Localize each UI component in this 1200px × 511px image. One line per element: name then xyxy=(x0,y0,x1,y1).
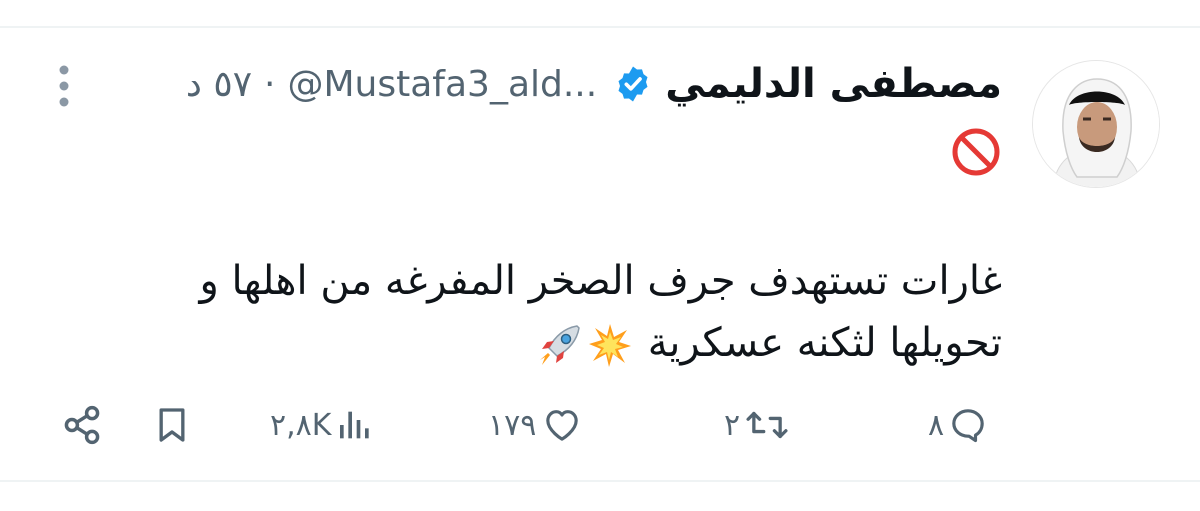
reply-count: ٨ xyxy=(928,407,945,443)
share-button[interactable] xyxy=(60,395,104,455)
like-count: ١٧٩ xyxy=(488,407,537,443)
tweet-text-line-2: تحويلها لثكنه عسكرية xyxy=(242,312,1002,374)
prohibited-emoji-icon xyxy=(950,126,1002,178)
like-button[interactable]: ١٧٩ xyxy=(488,395,584,455)
views-icon xyxy=(335,405,375,445)
author-display-name[interactable]: مصطفى الدليمي xyxy=(665,61,1002,107)
share-icon xyxy=(60,403,104,447)
avatar[interactable] xyxy=(1032,60,1160,188)
tweet-text-line-1: غارات تستهدف جرف الصخر المفرغه من اهلها … xyxy=(199,258,1002,304)
tweet-header: مصطفى الدليمي @Mustafa3_ald... · ٥٧ د xyxy=(100,58,1002,110)
repost-icon xyxy=(744,405,790,445)
verified-badge-icon xyxy=(613,64,653,104)
bookmark-icon xyxy=(152,405,192,445)
collision-emoji-icon xyxy=(587,322,633,368)
bottom-divider xyxy=(0,480,1200,482)
tweet-text-line-2-text: تحويلها لثكنه عسكرية xyxy=(647,320,1002,366)
heart-icon xyxy=(540,405,584,445)
tweet-actions: ٨ ٢ ١٧٩ ٢,٨K xyxy=(0,395,1200,455)
repost-count: ٢ xyxy=(724,407,741,443)
bookmark-button[interactable] xyxy=(152,395,192,455)
views-button[interactable]: ٢,٨K xyxy=(270,395,375,455)
reply-button[interactable]: ٨ xyxy=(928,395,988,455)
reply-icon xyxy=(948,405,988,445)
repost-button[interactable]: ٢ xyxy=(724,395,790,455)
timestamp[interactable]: ٥٧ د xyxy=(186,64,252,105)
rocket-emoji-icon xyxy=(537,322,583,368)
more-options-icon[interactable] xyxy=(54,62,74,110)
tweet-card[interactable]: مصطفى الدليمي @Mustafa3_ald... · ٥٧ د غا… xyxy=(0,0,1200,480)
views-count: ٢,٨K xyxy=(270,407,332,443)
tweet-text: غارات تستهدف جرف الصخر المفرغه من اهلها … xyxy=(199,250,1002,374)
separator-dot: · xyxy=(264,63,276,105)
author-handle[interactable]: @Mustafa3_ald... xyxy=(288,64,598,105)
